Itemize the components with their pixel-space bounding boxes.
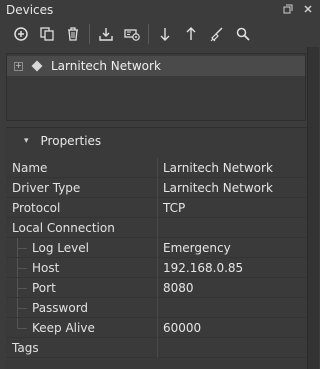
search-button[interactable] xyxy=(230,22,256,46)
property-key: Host xyxy=(32,261,60,275)
property-row[interactable]: Driver Type Larnitech Network xyxy=(6,178,307,198)
panel-title: Devices xyxy=(6,2,54,17)
add-icon xyxy=(14,27,28,41)
move-down-button[interactable] xyxy=(152,22,178,46)
property-row[interactable]: Port 8080 xyxy=(6,278,307,298)
property-row[interactable]: Log Level Emergency xyxy=(6,238,307,258)
column-divider xyxy=(157,158,158,178)
column-divider xyxy=(157,278,158,298)
column-divider xyxy=(157,318,158,338)
property-row[interactable]: Protocol TCP xyxy=(6,198,307,218)
property-key: Log Level xyxy=(32,241,89,255)
property-row[interactable]: Tags xyxy=(6,338,307,358)
property-value[interactable]: Larnitech Network xyxy=(163,181,273,195)
property-key: Protocol xyxy=(12,201,61,215)
property-value[interactable]: 192.168.0.85 xyxy=(163,261,243,275)
search-icon xyxy=(236,27,250,41)
property-row[interactable]: Name Larnitech Network xyxy=(6,158,307,178)
clear-icon xyxy=(210,27,223,42)
property-key: Keep Alive xyxy=(32,321,95,335)
arrow-down-icon xyxy=(160,28,170,41)
properties-panel: ▾ Properties Name Larnitech Network Driv… xyxy=(6,127,307,369)
float-panel-icon[interactable] xyxy=(281,2,295,16)
property-value[interactable]: 60000 xyxy=(163,321,201,335)
vertical-scrollbar[interactable] xyxy=(307,47,319,369)
property-key: Name xyxy=(12,161,48,175)
column-divider xyxy=(157,218,158,238)
property-key: Tags xyxy=(12,341,39,355)
column-divider xyxy=(157,258,158,278)
property-row[interactable]: Password xyxy=(6,298,307,318)
property-key: Port xyxy=(32,281,56,295)
device-tree[interactable]: + Larnitech Network xyxy=(6,53,306,121)
import-button[interactable] xyxy=(93,22,119,46)
tree-item-label: Larnitech Network xyxy=(51,59,161,73)
property-row[interactable]: Host 192.168.0.85 xyxy=(6,258,307,278)
properties-title: Properties xyxy=(40,134,102,148)
trash-icon xyxy=(68,27,78,41)
property-value[interactable]: Larnitech Network xyxy=(163,161,273,175)
tree-item-larnitech-network[interactable]: + Larnitech Network xyxy=(7,56,305,76)
column-divider xyxy=(157,338,158,358)
toolbar-separator xyxy=(89,24,90,44)
delete-device-button[interactable] xyxy=(60,22,86,46)
add-device-button[interactable] xyxy=(8,22,34,46)
property-row[interactable]: Keep Alive 60000 xyxy=(6,318,307,338)
property-value[interactable]: Emergency xyxy=(163,241,231,255)
clear-button[interactable] xyxy=(204,22,230,46)
toolbar-separator xyxy=(148,24,149,44)
property-value[interactable]: TCP xyxy=(163,201,185,215)
copy-icon xyxy=(40,27,54,41)
column-divider xyxy=(157,298,158,318)
properties-header[interactable]: ▾ Properties xyxy=(6,128,307,154)
column-divider xyxy=(157,238,158,258)
column-divider xyxy=(157,178,158,198)
panel-titlebar: Devices xyxy=(0,0,319,19)
expand-toggle[interactable]: + xyxy=(14,61,23,71)
property-value[interactable]: 8080 xyxy=(163,281,194,295)
property-group-row[interactable]: Local Connection xyxy=(6,218,307,238)
import-icon xyxy=(99,28,113,41)
property-key: Password xyxy=(32,301,89,315)
close-panel-icon[interactable] xyxy=(301,2,315,16)
connect-device-icon xyxy=(124,29,140,41)
arrow-up-icon xyxy=(186,27,196,40)
device-node-icon xyxy=(31,60,43,72)
devices-toolbar xyxy=(0,21,319,47)
copy-device-button[interactable] xyxy=(34,22,60,46)
connect-device-button[interactable] xyxy=(119,22,145,46)
move-up-button[interactable] xyxy=(178,22,204,46)
property-key: Driver Type xyxy=(12,181,81,195)
property-key: Local Connection xyxy=(12,221,115,235)
chevron-down-icon: ▾ xyxy=(24,136,29,146)
column-divider xyxy=(157,198,158,218)
